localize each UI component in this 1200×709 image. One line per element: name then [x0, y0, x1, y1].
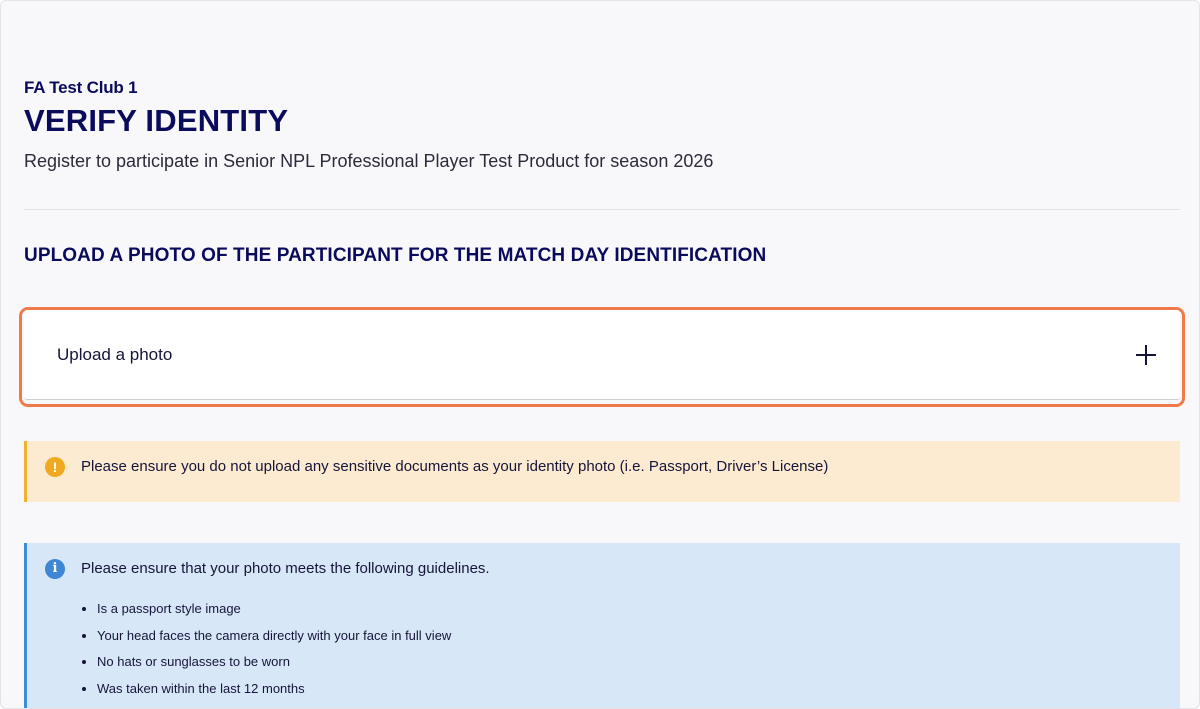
divider: [24, 209, 1180, 210]
warning-text: Please ensure you do not upload any sens…: [81, 458, 829, 475]
guideline-item: No hats or sunglasses to be worn: [97, 652, 451, 679]
page-subtitle: Register to participate in Senior NPL Pr…: [24, 151, 714, 171]
guideline-item: Was taken within the last 12 months: [97, 679, 451, 706]
page-title: VERIFY IDENTITY: [24, 103, 289, 138]
photo-guidelines-info: i Please ensure that your photo meets th…: [24, 543, 1180, 708]
info-text: Please ensure that your photo meets the …: [81, 560, 490, 577]
guideline-item: Is a passport style image: [97, 599, 451, 626]
upload-photo-button[interactable]: Upload a photo: [24, 310, 1180, 400]
guideline-item: Your head faces the camera directly with…: [97, 626, 451, 653]
info-circle-icon: i: [45, 559, 65, 579]
sensitive-documents-warning: ! Please ensure you do not upload any se…: [24, 441, 1180, 502]
club-name: FA Test Club 1: [24, 78, 138, 97]
guidelines-list: Is a passport style image Your head face…: [79, 599, 451, 705]
section-heading: UPLOAD A PHOTO OF THE PARTICIPANT FOR TH…: [24, 245, 767, 266]
exclamation-circle-icon: !: [45, 457, 65, 477]
upload-photo-label: Upload a photo: [57, 345, 173, 364]
page-frame: FA Test Club 1 VERIFY IDENTITY Register …: [0, 0, 1200, 709]
plus-icon[interactable]: [1136, 345, 1156, 365]
